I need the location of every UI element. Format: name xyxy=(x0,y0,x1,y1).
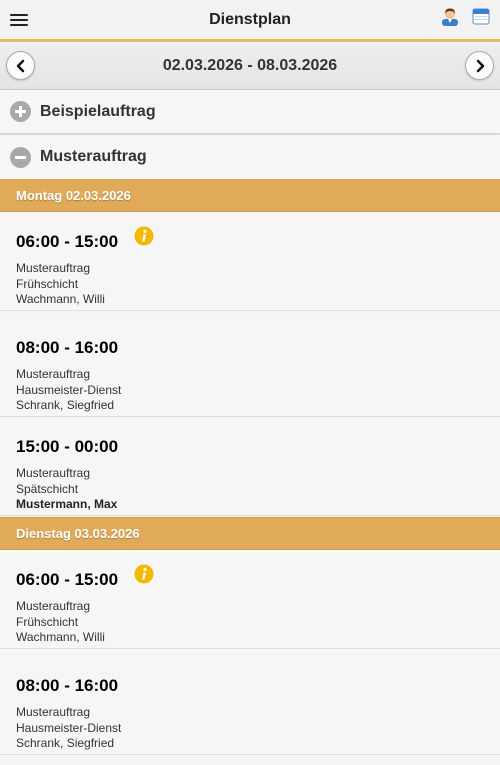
info-icon[interactable] xyxy=(134,564,154,584)
shift-order: Musterauftrag xyxy=(16,367,91,381)
minus-icon xyxy=(10,146,31,168)
shift-person: Schrank, Siegfried xyxy=(16,398,115,412)
shift-details: Musterauftrag Hausmeister-Dienst Schrank… xyxy=(16,705,121,752)
shift-entry[interactable]: 06:00 - 15:00 Musterauftrag Frühschicht … xyxy=(0,212,500,311)
calendar-icon[interactable] xyxy=(472,7,490,25)
hamburger-menu-icon[interactable] xyxy=(10,11,28,29)
shift-type: Hausmeister-Dienst xyxy=(16,720,122,735)
shift-time: 06:00 - 15:00 xyxy=(16,232,119,251)
chevron-right-icon xyxy=(476,59,484,72)
plus-icon xyxy=(10,101,31,122)
shift-details: Musterauftrag Frühschicht Wachmann, Will… xyxy=(16,261,105,308)
section-label: Musterauftrag xyxy=(40,148,147,165)
page-title: Dienstplan xyxy=(209,10,291,28)
shift-person: Mustermann, Max xyxy=(16,497,118,511)
shift-time: 08:00 - 16:00 xyxy=(16,676,119,695)
shift-order: Musterauftrag xyxy=(16,599,91,613)
shift-order: Musterauftrag xyxy=(16,261,91,275)
week-range: 02.03.2026 - 08.03.2026 xyxy=(162,57,338,74)
shift-entry[interactable]: 06:00 - 15:00 Musterauftrag Frühschicht … xyxy=(0,550,500,649)
shift-details: Musterauftrag Hausmeister-Dienst Schrank… xyxy=(16,367,121,414)
next-week-button[interactable] xyxy=(465,51,494,80)
week-navigation: 02.03.2026 - 08.03.2026 xyxy=(0,43,500,90)
chevron-left-icon xyxy=(16,59,24,72)
shift-person: Schrank, Siegfried xyxy=(16,736,115,750)
shift-time: 15:00 - 00:00 xyxy=(16,437,119,456)
user-icon[interactable] xyxy=(440,6,460,26)
app-header: Dienstplan xyxy=(0,0,500,42)
info-icon[interactable] xyxy=(134,226,154,246)
shift-entry[interactable]: 08:00 - 16:00 Musterauftrag Hausmeister-… xyxy=(0,656,500,755)
shift-person: Wachmann, Willi xyxy=(16,292,105,306)
shift-type: Hausmeister-Dienst xyxy=(16,382,122,397)
day-header: Dienstag 03.03.2026 xyxy=(0,517,500,550)
shift-time: 06:00 - 15:00 xyxy=(16,570,119,589)
shift-type: Spätschicht xyxy=(16,481,79,496)
section-beispielauftrag[interactable]: Beispielauftrag xyxy=(0,90,500,134)
shift-type: Frühschicht xyxy=(16,276,79,291)
previous-week-button[interactable] xyxy=(6,51,35,80)
shift-order: Musterauftrag xyxy=(16,466,91,480)
shift-details: Musterauftrag Spätschicht Mustermann, Ma… xyxy=(16,466,117,513)
shift-time: 08:00 - 16:00 xyxy=(16,338,119,357)
shift-type: Frühschicht xyxy=(16,614,79,629)
shift-details: Musterauftrag Frühschicht Wachmann, Will… xyxy=(16,599,105,646)
shift-entry[interactable]: 15:00 - 00:00 Musterauftrag Spätschicht … xyxy=(0,417,500,516)
day-header: Montag 02.03.2026 xyxy=(0,179,500,212)
shift-person: Wachmann, Willi xyxy=(16,630,105,644)
section-musterauftrag[interactable]: Musterauftrag xyxy=(0,135,500,179)
shift-order: Musterauftrag xyxy=(16,705,91,719)
shift-entry[interactable]: 08:00 - 16:00 Musterauftrag Hausmeister-… xyxy=(0,318,500,417)
section-label: Beispielauftrag xyxy=(40,102,156,120)
